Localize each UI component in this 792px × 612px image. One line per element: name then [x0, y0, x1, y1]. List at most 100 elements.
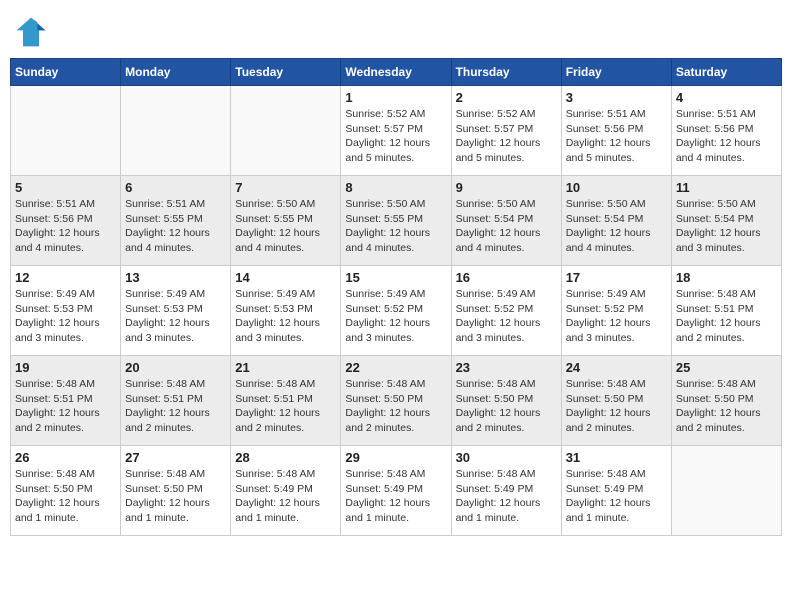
day-info: Sunrise: 5:48 AM Sunset: 5:51 PM Dayligh…: [15, 377, 116, 436]
day-number: 24: [566, 360, 667, 375]
day-number: 15: [345, 270, 446, 285]
weekday-header-monday: Monday: [121, 59, 231, 86]
calendar-cell: 28 Sunrise: 5:48 AM Sunset: 5:49 PM Dayli…: [231, 446, 341, 536]
calendar-week-2: 5 Sunrise: 5:51 AM Sunset: 5:56 PM Daylig…: [11, 176, 782, 266]
day-number: 4: [676, 90, 777, 105]
day-number: 25: [676, 360, 777, 375]
logo-icon: [15, 16, 47, 48]
calendar-cell: 22 Sunrise: 5:48 AM Sunset: 5:50 PM Dayli…: [341, 356, 451, 446]
calendar-table: SundayMondayTuesdayWednesdayThursdayFrid…: [10, 58, 782, 536]
day-info: Sunrise: 5:49 AM Sunset: 5:53 PM Dayligh…: [125, 287, 226, 346]
weekday-header-row: SundayMondayTuesdayWednesdayThursdayFrid…: [11, 59, 782, 86]
day-info: Sunrise: 5:52 AM Sunset: 5:57 PM Dayligh…: [456, 107, 557, 166]
day-number: 7: [235, 180, 336, 195]
day-number: 3: [566, 90, 667, 105]
calendar-cell: 2Sunrise: 5:52 AM Sunset: 5:57 PM Daylig…: [451, 86, 561, 176]
day-number: 31: [566, 450, 667, 465]
day-info: Sunrise: 5:49 AM Sunset: 5:52 PM Dayligh…: [345, 287, 446, 346]
day-number: 14: [235, 270, 336, 285]
calendar-cell: 17Sunrise: 5:49 AM Sunset: 5:52 PM Dayli…: [561, 266, 671, 356]
calendar-cell: 18 Sunrise: 5:48 AM Sunset: 5:51 PM Dayli…: [671, 266, 781, 356]
day-info: Sunrise: 5:48 AM Sunset: 5:51 PM Dayligh…: [235, 377, 336, 436]
calendar-cell: 12Sunrise: 5:49 AM Sunset: 5:53 PM Dayli…: [11, 266, 121, 356]
day-number: 19: [15, 360, 116, 375]
day-info: Sunrise: 5:48 AM Sunset: 5:49 PM Dayligh…: [345, 467, 446, 526]
day-info: Sunrise: 5:51 AM Sunset: 5:56 PM Dayligh…: [566, 107, 667, 166]
day-number: 11: [676, 180, 777, 195]
day-number: 20: [125, 360, 226, 375]
day-info: Sunrise: 5:50 AM Sunset: 5:55 PM Dayligh…: [345, 197, 446, 256]
day-number: 29: [345, 450, 446, 465]
day-number: 28: [235, 450, 336, 465]
calendar-cell: [671, 446, 781, 536]
day-number: 10: [566, 180, 667, 195]
calendar-cell: 29 Sunrise: 5:48 AM Sunset: 5:49 PM Dayli…: [341, 446, 451, 536]
calendar-week-5: 26 Sunrise: 5:48 AM Sunset: 5:50 PM Dayli…: [11, 446, 782, 536]
day-info: Sunrise: 5:48 AM Sunset: 5:50 PM Dayligh…: [456, 377, 557, 436]
day-info: Sunrise: 5:48 AM Sunset: 5:50 PM Dayligh…: [345, 377, 446, 436]
day-info: Sunrise: 5:48 AM Sunset: 5:50 PM Dayligh…: [566, 377, 667, 436]
day-number: 9: [456, 180, 557, 195]
calendar-cell: 27 Sunrise: 5:48 AM Sunset: 5:50 PM Dayli…: [121, 446, 231, 536]
calendar-cell: 24 Sunrise: 5:48 AM Sunset: 5:50 PM Dayli…: [561, 356, 671, 446]
calendar-cell: 15 Sunrise: 5:49 AM Sunset: 5:52 PM Dayli…: [341, 266, 451, 356]
calendar-cell: 21Sunrise: 5:48 AM Sunset: 5:51 PM Dayli…: [231, 356, 341, 446]
calendar-cell: [231, 86, 341, 176]
day-info: Sunrise: 5:48 AM Sunset: 5:50 PM Dayligh…: [15, 467, 116, 526]
calendar-cell: 31 Sunrise: 5:48 AM Sunset: 5:49 PM Dayli…: [561, 446, 671, 536]
day-number: 23: [456, 360, 557, 375]
day-number: 26: [15, 450, 116, 465]
day-info: Sunrise: 5:48 AM Sunset: 5:50 PM Dayligh…: [125, 467, 226, 526]
calendar-cell: [11, 86, 121, 176]
calendar-cell: 10 Sunrise: 5:50 AM Sunset: 5:54 PM Dayli…: [561, 176, 671, 266]
day-info: Sunrise: 5:50 AM Sunset: 5:54 PM Dayligh…: [456, 197, 557, 256]
calendar-cell: 13 Sunrise: 5:49 AM Sunset: 5:53 PM Dayli…: [121, 266, 231, 356]
weekday-header-tuesday: Tuesday: [231, 59, 341, 86]
day-number: 18: [676, 270, 777, 285]
day-info: Sunrise: 5:49 AM Sunset: 5:52 PM Dayligh…: [566, 287, 667, 346]
day-number: 6: [125, 180, 226, 195]
calendar-cell: 11 Sunrise: 5:50 AM Sunset: 5:54 PM Dayli…: [671, 176, 781, 266]
calendar-cell: 1Sunrise: 5:52 AM Sunset: 5:57 PM Daylig…: [341, 86, 451, 176]
day-info: Sunrise: 5:48 AM Sunset: 5:51 PM Dayligh…: [125, 377, 226, 436]
day-info: Sunrise: 5:51 AM Sunset: 5:55 PM Dayligh…: [125, 197, 226, 256]
day-info: Sunrise: 5:51 AM Sunset: 5:56 PM Dayligh…: [676, 107, 777, 166]
calendar-week-4: 19 Sunrise: 5:48 AM Sunset: 5:51 PM Dayli…: [11, 356, 782, 446]
day-info: Sunrise: 5:51 AM Sunset: 5:56 PM Dayligh…: [15, 197, 116, 256]
day-info: Sunrise: 5:48 AM Sunset: 5:49 PM Dayligh…: [235, 467, 336, 526]
calendar-week-1: 1 Sunrise: 5:52 AM Sunset: 5:57 PM Daylig…: [11, 86, 782, 176]
day-info: Sunrise: 5:50 AM Sunset: 5:54 PM Dayligh…: [566, 197, 667, 256]
day-info: Sunrise: 5:48 AM Sunset: 5:49 PM Dayligh…: [566, 467, 667, 526]
day-info: Sunrise: 5:50 AM Sunset: 5:55 PM Dayligh…: [235, 197, 336, 256]
day-number: 16: [456, 270, 557, 285]
day-number: 30: [456, 450, 557, 465]
weekday-header-thursday: Thursday: [451, 59, 561, 86]
calendar-cell: 6 Sunrise: 5:51 AM Sunset: 5:55 PM Daylig…: [121, 176, 231, 266]
day-number: 12: [15, 270, 116, 285]
calendar-cell: [121, 86, 231, 176]
day-number: 27: [125, 450, 226, 465]
logo: [15, 20, 49, 48]
day-info: Sunrise: 5:49 AM Sunset: 5:53 PM Dayligh…: [235, 287, 336, 346]
calendar-cell: 5 Sunrise: 5:51 AM Sunset: 5:56 PM Daylig…: [11, 176, 121, 266]
day-number: 1: [345, 90, 446, 105]
day-info: Sunrise: 5:50 AM Sunset: 5:54 PM Dayligh…: [676, 197, 777, 256]
calendar-cell: 19 Sunrise: 5:48 AM Sunset: 5:51 PM Dayli…: [11, 356, 121, 446]
calendar-cell: 9 Sunrise: 5:50 AM Sunset: 5:54 PM Daylig…: [451, 176, 561, 266]
calendar-cell: 20 Sunrise: 5:48 AM Sunset: 5:51 PM Dayli…: [121, 356, 231, 446]
weekday-header-friday: Friday: [561, 59, 671, 86]
calendar-cell: 14 Sunrise: 5:49 AM Sunset: 5:53 PM Dayli…: [231, 266, 341, 356]
weekday-header-wednesday: Wednesday: [341, 59, 451, 86]
calendar-week-3: 12 Sunrise: 5:49 AM Sunset: 5:53 PM Dayli…: [11, 266, 782, 356]
calendar-cell: 8Sunrise: 5:50 AM Sunset: 5:55 PM Daylig…: [341, 176, 451, 266]
day-number: 5: [15, 180, 116, 195]
calendar-cell: 25Sunrise: 5:48 AM Sunset: 5:50 PM Dayli…: [671, 356, 781, 446]
calendar-cell: 16Sunrise: 5:49 AM Sunset: 5:52 PM Dayli…: [451, 266, 561, 356]
day-info: Sunrise: 5:48 AM Sunset: 5:49 PM Dayligh…: [456, 467, 557, 526]
day-number: 13: [125, 270, 226, 285]
calendar-cell: 23 Sunrise: 5:48 AM Sunset: 5:50 PM Dayli…: [451, 356, 561, 446]
calendar-cell: 30 Sunrise: 5:48 AM Sunset: 5:49 PM Dayli…: [451, 446, 561, 536]
day-info: Sunrise: 5:48 AM Sunset: 5:51 PM Dayligh…: [676, 287, 777, 346]
calendar-cell: 26 Sunrise: 5:48 AM Sunset: 5:50 PM Dayli…: [11, 446, 121, 536]
day-number: 22: [345, 360, 446, 375]
